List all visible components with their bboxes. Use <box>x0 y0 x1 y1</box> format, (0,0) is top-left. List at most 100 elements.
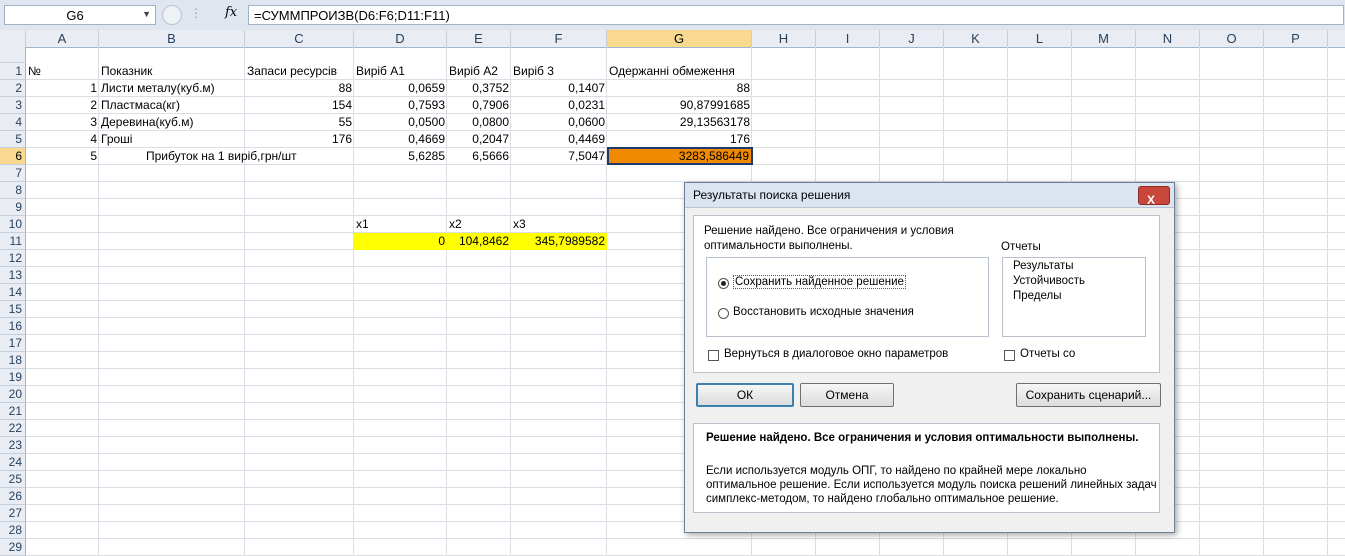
column-header-c[interactable]: C <box>245 30 354 47</box>
cell-f2[interactable]: 0,1407 <box>511 80 607 97</box>
column-header-h[interactable]: H <box>752 30 816 47</box>
dialog-title-bar[interactable]: Результаты поиска решения X <box>685 183 1174 208</box>
cell-b2[interactable]: Листи металу(куб.м) <box>99 80 245 97</box>
column-header-i[interactable]: I <box>816 30 880 47</box>
cell-e10[interactable]: x2 <box>447 216 511 233</box>
column-header-a[interactable]: A <box>26 30 99 47</box>
close-button[interactable]: X <box>1138 186 1170 207</box>
cell-a4[interactable]: 3 <box>26 114 99 131</box>
row-header-10[interactable]: 10 <box>0 216 26 233</box>
formula-bar-expand-button[interactable] <box>162 5 182 25</box>
cell-e2[interactable]: 0,3752 <box>447 80 511 97</box>
solver-results-dialog[interactable]: Результаты поиска решения X Решение найд… <box>684 182 1175 533</box>
return-to-params-checkbox[interactable] <box>708 350 719 361</box>
column-header-b[interactable]: B <box>99 30 245 47</box>
cell-a5[interactable]: 4 <box>26 131 99 148</box>
row-header-12[interactable]: 12 <box>0 250 26 267</box>
cell-d6[interactable]: 5,6285 <box>354 148 447 165</box>
select-all-corner[interactable] <box>0 30 26 47</box>
cell-g1[interactable]: Одержанні обмеження <box>607 63 752 80</box>
cell-f10[interactable]: x3 <box>511 216 607 233</box>
row-header-1[interactable]: 1 <box>0 63 26 80</box>
keep-solution-radio[interactable] <box>718 278 729 289</box>
formula-input[interactable]: =СУММПРОИЗВ(D6:F6;D11:F11) <box>248 5 1344 25</box>
reports-list[interactable]: Результаты Устойчивость Пределы <box>1002 257 1146 337</box>
cell-c2[interactable]: 88 <box>245 80 354 97</box>
cell-e5[interactable]: 0,2047 <box>447 131 511 148</box>
cell-e3[interactable]: 0,7906 <box>447 97 511 114</box>
column-header-o[interactable]: O <box>1200 30 1264 47</box>
row-header-7[interactable]: 7 <box>0 165 26 182</box>
chevron-down-icon[interactable]: ▼ <box>142 9 151 19</box>
cell-g6-selected[interactable]: 3283,586449 <box>607 147 753 165</box>
row-header-20[interactable]: 20 <box>0 386 26 403</box>
cell-b4[interactable]: Деревина(куб.м) <box>99 114 245 131</box>
row-header-5[interactable]: 5 <box>0 131 26 148</box>
save-scenario-button[interactable]: Сохранить сценарий... <box>1016 383 1161 407</box>
cell-f6[interactable]: 7,5047 <box>511 148 607 165</box>
cell-f1[interactable]: Виріб 3 <box>511 63 607 80</box>
row-header-21[interactable]: 21 <box>0 403 26 420</box>
row-header-25[interactable]: 25 <box>0 471 26 488</box>
name-box[interactable]: G6 ▼ <box>4 5 156 25</box>
row-header-15[interactable]: 15 <box>0 301 26 318</box>
row-header-19[interactable]: 19 <box>0 369 26 386</box>
cell-e4[interactable]: 0,0800 <box>447 114 511 131</box>
row-header-24[interactable]: 24 <box>0 454 26 471</box>
cell-b3[interactable]: Пластмаса(кг) <box>99 97 245 114</box>
column-header-j[interactable]: J <box>880 30 944 47</box>
row-header-3[interactable]: 3 <box>0 97 26 114</box>
cell-e11[interactable]: 104,8462 <box>447 233 511 250</box>
row-header-14[interactable]: 14 <box>0 284 26 301</box>
cell-d3[interactable]: 0,7593 <box>354 97 447 114</box>
outline-reports-checkbox[interactable] <box>1004 350 1015 361</box>
row-header-13[interactable]: 13 <box>0 267 26 284</box>
cell-f5[interactable]: 0,4469 <box>511 131 607 148</box>
column-header-k[interactable]: K <box>944 30 1008 47</box>
cell-f11[interactable]: 345,7989582 <box>511 233 607 250</box>
cell-b1[interactable]: Показник <box>99 63 245 80</box>
cell-f3[interactable]: 0,0231 <box>511 97 607 114</box>
row-header-28[interactable]: 28 <box>0 522 26 539</box>
row-header-6[interactable]: 6 <box>0 148 26 165</box>
row-header-16[interactable]: 16 <box>0 318 26 335</box>
column-header-p[interactable]: P <box>1264 30 1328 47</box>
report-item-results[interactable]: Результаты <box>1013 260 1074 272</box>
column-header-m[interactable]: M <box>1072 30 1136 47</box>
cell-d4[interactable]: 0,0500 <box>354 114 447 131</box>
cell-c1[interactable]: Запаси ресурсів <box>245 63 354 80</box>
splitter-handle-icon[interactable]: ⋮ <box>190 6 202 20</box>
cell-c3[interactable]: 154 <box>245 97 354 114</box>
row-header-23[interactable]: 23 <box>0 437 26 454</box>
report-item-sensitivity[interactable]: Устойчивость <box>1013 275 1085 287</box>
cell-d1[interactable]: Виріб А1 <box>354 63 447 80</box>
column-header-f[interactable]: F <box>511 30 607 47</box>
cell-c5[interactable]: 176 <box>245 131 354 148</box>
cell-f4[interactable]: 0,0600 <box>511 114 607 131</box>
row-header-11[interactable]: 11 <box>0 233 26 250</box>
keep-solution-label[interactable]: Сохранить найденное решение <box>733 275 906 289</box>
row-header-27[interactable]: 27 <box>0 505 26 522</box>
cell-c4[interactable]: 55 <box>245 114 354 131</box>
row-header-8[interactable]: 8 <box>0 182 26 199</box>
cell-d5[interactable]: 0,4669 <box>354 131 447 148</box>
row-header-2[interactable]: 2 <box>0 80 26 97</box>
restore-values-label[interactable]: Восстановить исходные значения <box>733 306 914 318</box>
cell-d11[interactable]: 0 <box>354 233 447 250</box>
column-header-n[interactable]: N <box>1136 30 1200 47</box>
cell-d10[interactable]: x1 <box>354 216 447 233</box>
cancel-button[interactable]: Отмена <box>800 383 894 407</box>
restore-values-radio[interactable] <box>718 308 729 319</box>
cell-a6[interactable]: 5 <box>26 148 99 165</box>
cell-b6[interactable]: Прибуток на 1 виріб,грн/шт <box>99 148 354 165</box>
cell-e6[interactable]: 6,5666 <box>447 148 511 165</box>
cell-d2[interactable]: 0,0659 <box>354 80 447 97</box>
cell-g3[interactable]: 90,87991685 <box>607 97 752 114</box>
row-header-22[interactable]: 22 <box>0 420 26 437</box>
row-header-17[interactable]: 17 <box>0 335 26 352</box>
row-header-9[interactable]: 9 <box>0 199 26 216</box>
row-header-29[interactable]: 29 <box>0 539 26 556</box>
column-header-l[interactable]: L <box>1008 30 1072 47</box>
insert-function-icon[interactable]: fx <box>225 5 237 20</box>
cell-a2[interactable]: 1 <box>26 80 99 97</box>
